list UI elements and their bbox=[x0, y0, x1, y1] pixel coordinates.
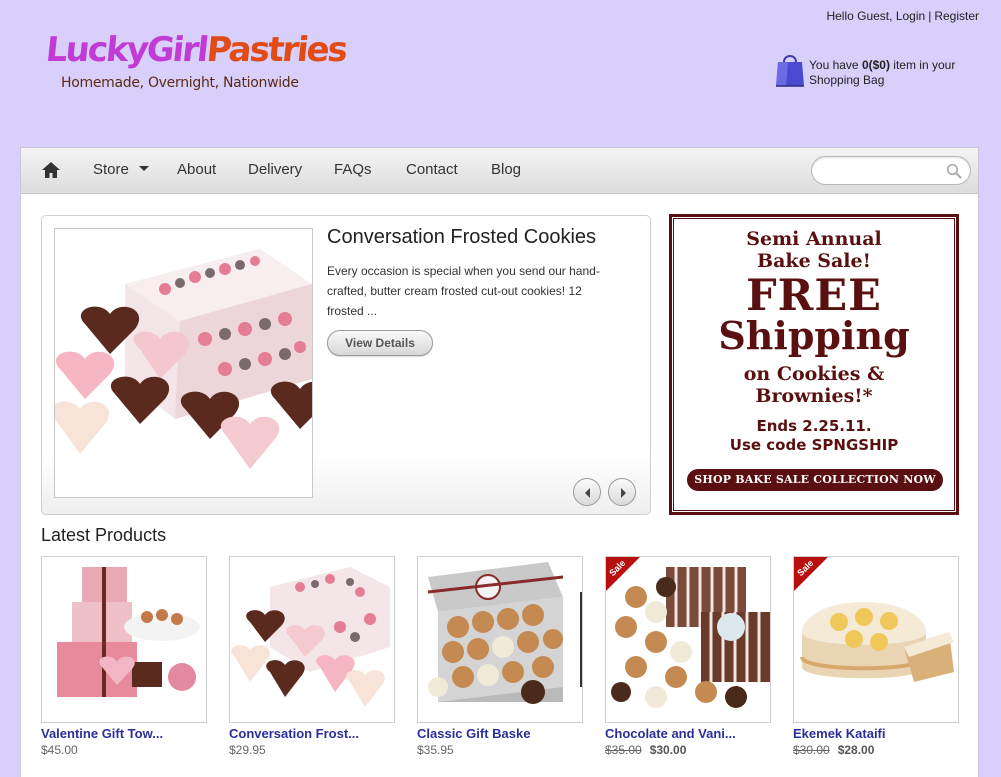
main-nav: Store About Delivery FAQs Contact Blog bbox=[21, 148, 978, 194]
home-icon[interactable] bbox=[41, 161, 61, 179]
product-name[interactable]: Valentine Gift Tow... bbox=[41, 726, 207, 741]
nav-delivery[interactable]: Delivery bbox=[248, 148, 302, 194]
product-card: Sale Ekemek Kataifi $30.00 $28.00 bbox=[793, 556, 959, 757]
product-image[interactable]: Sale bbox=[793, 556, 959, 723]
slider-next-button[interactable] bbox=[608, 478, 636, 506]
slider-prev-button[interactable] bbox=[573, 478, 601, 506]
site-logo[interactable]: LuckyGirlPastries Homemade, Overnight, N… bbox=[43, 30, 349, 91]
arrow-right-icon bbox=[621, 488, 626, 498]
logo-title: LuckyGirlPastries bbox=[43, 30, 349, 70]
promo-free: FREE bbox=[746, 271, 882, 321]
logo-part-1: LuckyGirl bbox=[43, 30, 209, 70]
search-input[interactable] bbox=[824, 157, 949, 184]
featured-image[interactable] bbox=[54, 228, 313, 498]
nav-store[interactable]: Store bbox=[93, 148, 149, 194]
bag-prefix: You have bbox=[809, 58, 862, 72]
promo-headline: Semi Annual Bake Sale! bbox=[672, 228, 956, 272]
current-price: $35.95 bbox=[417, 743, 454, 757]
link-separator: | bbox=[928, 9, 932, 23]
product-price: $35.95 bbox=[417, 743, 583, 757]
shopping-bag-icon bbox=[776, 55, 804, 87]
shop-bake-sale-button[interactable]: SHOP BAKE SALE COLLECTION NOW bbox=[687, 469, 943, 491]
product-image[interactable]: Sale bbox=[605, 556, 771, 723]
promo-line-1a: Semi Annual bbox=[746, 228, 882, 250]
shopping-bag[interactable]: You have 0($0) item in your Shopping Bag bbox=[774, 52, 955, 88]
promo-line-3b: Brownies!* bbox=[755, 385, 873, 407]
register-link[interactable]: Register bbox=[934, 9, 979, 23]
product-name[interactable]: Chocolate and Vani... bbox=[605, 726, 771, 741]
promo-line-4b: Use code SPNGSHIP bbox=[729, 436, 899, 454]
logo-tagline: Homemade, Overnight, Nationwide bbox=[61, 75, 299, 91]
product-card: Valentine Gift Tow... $45.00 bbox=[41, 556, 207, 757]
product-image[interactable] bbox=[41, 556, 207, 723]
promo-subline: on Cookies & Brownies!* bbox=[672, 363, 956, 407]
featured-slider: Conversation Frosted Cookies Every occas… bbox=[41, 215, 651, 515]
view-details-button[interactable]: View Details bbox=[327, 330, 433, 356]
product-price: $29.95 bbox=[229, 743, 395, 757]
sale-badge: Sale bbox=[606, 557, 640, 591]
current-price: $29.95 bbox=[229, 743, 266, 757]
search-box bbox=[811, 156, 971, 185]
product-price: $45.00 bbox=[41, 743, 207, 757]
promo-line-4a: Ends 2.25.11. bbox=[756, 417, 872, 435]
product-card: Conversation Frost... $29.95 bbox=[229, 556, 395, 757]
nav-faqs[interactable]: FAQs bbox=[334, 148, 372, 194]
chevron-down-icon bbox=[138, 166, 149, 171]
account-links: Hello Guest, Login | Register bbox=[826, 9, 979, 23]
greeting-text: Hello Guest, bbox=[826, 9, 896, 23]
product-price: $30.00 $28.00 bbox=[793, 743, 959, 757]
product-name[interactable]: Classic Gift Baske bbox=[417, 726, 583, 741]
nav-store-label: Store bbox=[93, 161, 129, 178]
promo-line-1b: Bake Sale! bbox=[757, 250, 871, 272]
nav-blog[interactable]: Blog bbox=[491, 148, 521, 194]
product-image[interactable] bbox=[229, 556, 395, 723]
product-name[interactable]: Ekemek Kataifi bbox=[793, 726, 959, 741]
latest-products-heading: Latest Products bbox=[41, 525, 167, 545]
product-card: Sale Chocolate and Vani... $35.00 $30.00 bbox=[605, 556, 771, 757]
promo-line-3a: on Cookies & bbox=[743, 363, 885, 385]
arrow-left-icon bbox=[585, 488, 590, 498]
login-link[interactable]: Login bbox=[896, 9, 925, 23]
old-price: $30.00 bbox=[793, 743, 830, 757]
sale-badge: Sale bbox=[794, 557, 828, 591]
old-price: $35.00 bbox=[605, 743, 642, 757]
product-price: $35.00 $30.00 bbox=[605, 743, 771, 757]
bake-sale-banner[interactable]: Semi Annual Bake Sale! FREE Shipping on C… bbox=[669, 214, 959, 515]
promo-shipping: Shipping bbox=[718, 313, 910, 358]
promo-terms: Ends 2.25.11. Use code SPNGSHIP bbox=[672, 417, 956, 455]
nav-contact[interactable]: Contact bbox=[406, 148, 458, 194]
search-icon[interactable] bbox=[946, 163, 962, 179]
bag-line-2: Shopping Bag bbox=[809, 73, 885, 87]
bag-count: 0($0) bbox=[861, 58, 890, 72]
current-price: $30.00 bbox=[649, 743, 687, 757]
product-image[interactable] bbox=[417, 556, 583, 723]
bag-summary: You have 0($0) item in your Shopping Bag bbox=[809, 58, 955, 88]
bag-suffix: item in your bbox=[889, 58, 956, 72]
main-container: Store About Delivery FAQs Contact Blog C… bbox=[20, 147, 979, 777]
nav-about[interactable]: About bbox=[177, 148, 216, 194]
current-price: $28.00 bbox=[837, 743, 875, 757]
featured-title[interactable]: Conversation Frosted Cookies bbox=[327, 226, 596, 249]
featured-description: Every occasion is special when you send … bbox=[327, 264, 600, 318]
product-card: Classic Gift Baske $35.95 bbox=[417, 556, 583, 757]
product-name[interactable]: Conversation Frost... bbox=[229, 726, 395, 741]
logo-part-2: Pastries bbox=[204, 30, 349, 70]
current-price: $45.00 bbox=[41, 743, 78, 757]
